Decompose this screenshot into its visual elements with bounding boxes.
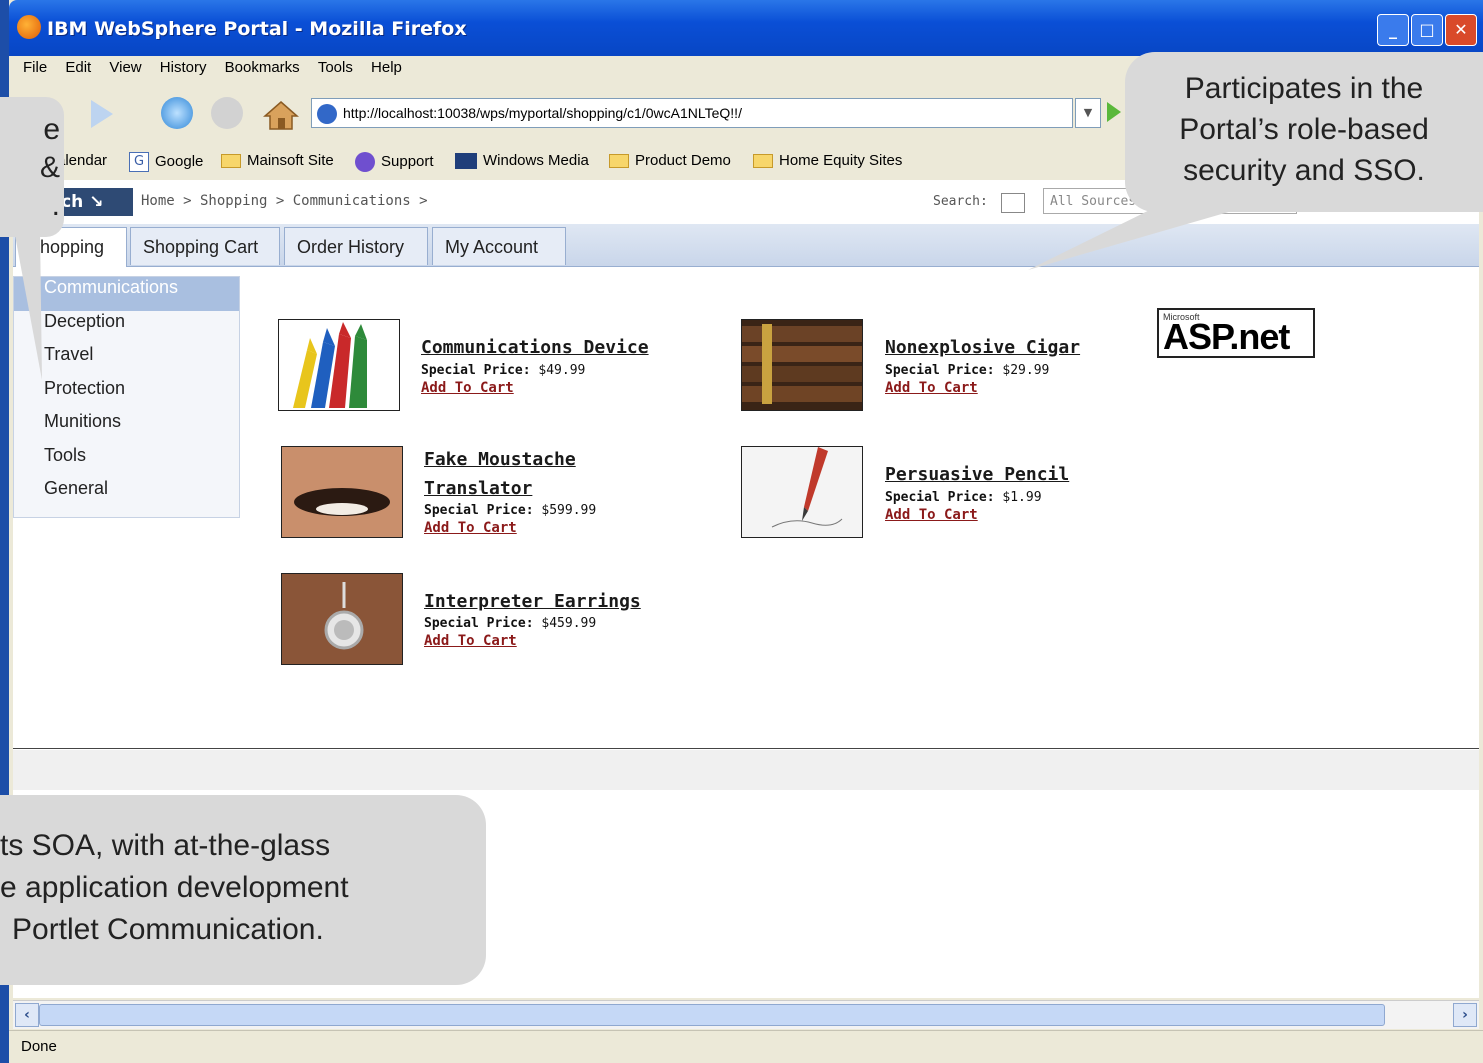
bookmark-label: Product Demo — [635, 152, 731, 169]
product-price: Special Price: $1.99 — [885, 490, 1042, 505]
go-icon[interactable] — [1107, 102, 1121, 122]
product-name[interactable]: Communications Device — [421, 333, 649, 362]
crayons-image[interactable] — [278, 319, 400, 411]
callout-line: security and SSO. — [1183, 154, 1425, 187]
callout-line: & — [39, 151, 60, 184]
product-name[interactable]: Persuasive Pencil — [885, 460, 1069, 489]
stop-icon[interactable] — [211, 97, 243, 129]
callout-text: Participates in the Portal’s role-based … — [1125, 68, 1483, 191]
bookmark-home-equity[interactable]: Home Equity Sites — [753, 152, 902, 169]
add-to-cart-link[interactable]: Add To Cart — [424, 520, 517, 536]
callout-text: ts SOA, with at-the-glass e application … — [0, 825, 349, 951]
product-name[interactable]: Fake Moustache — [424, 445, 576, 474]
bookmark-label: Google — [155, 152, 204, 170]
menu-edit[interactable]: Edit — [65, 59, 91, 76]
pencil-image[interactable] — [741, 446, 863, 538]
add-to-cart-link[interactable]: Add To Cart — [885, 507, 978, 523]
menu-tools[interactable]: Tools — [318, 59, 353, 76]
product-price: Special Price: $459.99 — [424, 616, 597, 631]
portlet-footer — [13, 750, 1479, 790]
scroll-left-icon[interactable]: ‹ — [15, 1003, 39, 1027]
earring-image[interactable] — [281, 573, 403, 665]
reload-icon[interactable] — [161, 97, 193, 129]
address-url: http://localhost:10038/wps/myportal/shop… — [343, 105, 742, 121]
menu-view[interactable]: View — [109, 59, 141, 76]
callout-line: Participates in the — [1184, 72, 1424, 105]
category-general[interactable]: General — [14, 478, 239, 512]
status-bar: Done — [9, 1030, 1483, 1063]
callout-line: e application development — [0, 871, 349, 904]
menu-file[interactable]: File — [23, 59, 47, 76]
home-icon[interactable] — [263, 100, 299, 130]
divider — [13, 748, 1479, 749]
search-label: Search: — [933, 194, 988, 209]
bookmark-google[interactable]: G Google — [129, 152, 203, 172]
google-icon: G — [129, 152, 149, 172]
menu-help[interactable]: Help — [371, 59, 402, 76]
scroll-right-icon[interactable]: › — [1453, 1003, 1477, 1027]
product-price: Special Price: $29.99 — [885, 363, 1050, 378]
address-dropdown-button[interactable]: ▼ — [1075, 98, 1101, 128]
status-text: Done — [21, 1038, 57, 1055]
forward-arrow-icon — [91, 100, 113, 128]
windows-media-icon — [455, 153, 477, 170]
minimize-button[interactable]: _ — [1377, 14, 1409, 46]
bookmark-calendar[interactable]: alendar — [57, 152, 107, 169]
folder-icon — [753, 154, 773, 169]
globe-icon — [317, 104, 337, 125]
folder-icon — [221, 154, 241, 169]
category-munitions[interactable]: Munitions — [14, 411, 239, 445]
callout-line: Portlet Communication. — [12, 913, 324, 946]
callout-right: Participates in the Portal’s role-based … — [1125, 52, 1483, 212]
bookmark-label: alendar — [57, 152, 108, 169]
product-name-line2[interactable]: Translator — [424, 474, 532, 503]
bookmark-windows-media[interactable]: Windows Media — [455, 152, 589, 170]
add-to-cart-link[interactable]: Add To Cart — [885, 380, 978, 396]
product-name[interactable]: Interpreter Earrings — [424, 587, 641, 616]
tab-order-history[interactable]: Order History — [284, 227, 428, 265]
callout-line: Portal’s role-based — [1179, 113, 1429, 146]
scrollbar-thumb[interactable] — [39, 1004, 1385, 1026]
tab-shopping-cart[interactable]: Shopping Cart — [130, 227, 280, 265]
callout-line: . — [51, 189, 60, 222]
product-price: Special Price: $49.99 — [421, 363, 586, 378]
callout-bottom: ts SOA, with at-the-glass e application … — [0, 795, 486, 985]
callout-left: e & . — [0, 97, 64, 237]
logo-text: ASP.net — [1163, 316, 1290, 357]
product-price: Special Price: $599.99 — [424, 503, 597, 518]
bookmark-label: Windows Media — [483, 152, 589, 169]
maximize-button[interactable]: □ — [1411, 14, 1443, 46]
callout-line: ts SOA, with at-the-glass — [0, 829, 331, 862]
cigar-image[interactable] — [741, 319, 863, 411]
bookmark-support[interactable]: Support — [355, 152, 434, 172]
horizontal-scrollbar[interactable]: ‹ › — [13, 1000, 1479, 1029]
breadcrumb: Home > Shopping > Communications > — [141, 193, 428, 209]
bookmark-mainsoft[interactable]: Mainsoft Site — [221, 152, 334, 169]
folder-icon — [609, 154, 629, 169]
moustache-image[interactable] — [281, 446, 403, 538]
bookmark-product-demo[interactable]: Product Demo — [609, 152, 731, 169]
title-bar: IBM WebSphere Portal - Mozilla Firefox _… — [9, 0, 1483, 56]
menu-history[interactable]: History — [160, 59, 207, 76]
window-title: IBM WebSphere Portal - Mozilla Firefox — [47, 18, 467, 40]
forward-button[interactable] — [91, 100, 127, 128]
bookmark-label: Home Equity Sites — [779, 152, 903, 169]
product-name[interactable]: Nonexplosive Cigar — [885, 333, 1080, 362]
asp-net-logo: Microsoft ASP.net — [1157, 308, 1315, 358]
bookmark-label: Mainsoft Site — [247, 152, 334, 169]
callout-right-pointer — [1028, 200, 1270, 270]
address-bar[interactable]: http://localhost:10038/wps/myportal/shop… — [311, 98, 1073, 128]
support-icon — [355, 152, 375, 172]
bookmark-label: Support — [381, 152, 434, 170]
callout-line: e — [43, 113, 60, 146]
firefox-icon — [17, 15, 41, 39]
category-tools[interactable]: Tools — [14, 445, 239, 479]
add-to-cart-link[interactable]: Add To Cart — [424, 633, 517, 649]
callout-left-pointer — [14, 230, 42, 380]
tab-my-account[interactable]: My Account — [432, 227, 566, 265]
close-button[interactable]: ✕ — [1445, 14, 1477, 46]
menu-bookmarks[interactable]: Bookmarks — [225, 59, 300, 76]
add-to-cart-link[interactable]: Add To Cart — [421, 380, 514, 396]
